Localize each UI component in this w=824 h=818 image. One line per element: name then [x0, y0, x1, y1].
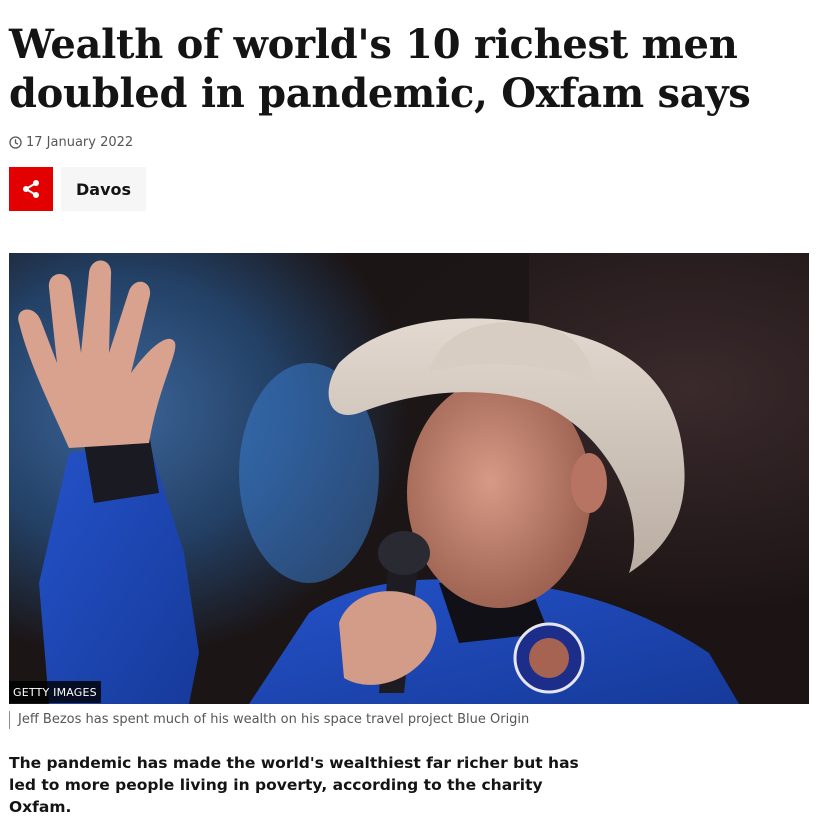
date-text: 17 January 2022	[26, 134, 134, 150]
topic-tag-davos[interactable]: Davos	[61, 167, 146, 211]
share-icon	[23, 180, 39, 198]
image-caption: Jeff Bezos has spent much of his wealth …	[9, 711, 529, 729]
image-credit: GETTY IMAGES	[9, 681, 101, 703]
lead-paragraph: The pandemic has made the world's wealth…	[9, 754, 579, 816]
article-photo	[9, 253, 809, 704]
headline: Wealth of world's 10 richest men doubled…	[9, 21, 751, 117]
clock-icon	[9, 135, 22, 149]
publish-date: 17 January 2022	[9, 133, 133, 151]
share-button[interactable]	[9, 167, 53, 211]
